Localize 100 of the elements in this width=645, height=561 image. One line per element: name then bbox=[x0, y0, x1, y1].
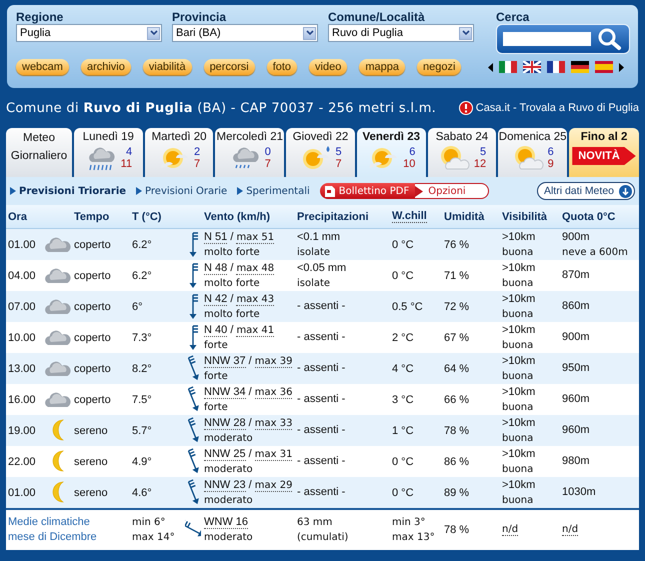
field-label: Cerca bbox=[496, 10, 530, 24]
visibility-cell-text: >10km bbox=[502, 292, 536, 306]
visibility-cell: n/d bbox=[502, 524, 518, 536]
precip-cell-text: <0.1 mm bbox=[297, 230, 342, 244]
wind-strength: forte bbox=[204, 338, 229, 352]
visibility-cell-text: buona bbox=[502, 338, 534, 352]
sky-cell-text: sereno bbox=[74, 486, 109, 498]
day-tab[interactable]: Lunedì 19 4 11 bbox=[74, 128, 143, 177]
temp-cell-text: 4.9° bbox=[132, 456, 153, 468]
wind-chill-cell-text: 0 °C bbox=[392, 486, 415, 498]
nav-link[interactable]: percorsi bbox=[204, 59, 255, 75]
sky-cell-text: sereno bbox=[74, 456, 109, 468]
precip-cell-text: (cumulati) bbox=[297, 531, 350, 545]
visibility-cell-text: >10km bbox=[502, 478, 536, 492]
arrow-right-icon[interactable] bbox=[619, 62, 624, 72]
page-title: Comune di Ruvo di Puglia (BA) - CAP 70037 - 256 metri s.l.m. bbox=[6, 100, 436, 116]
temp-cell-text: max 14° bbox=[132, 531, 176, 545]
min-temp: 5 bbox=[480, 146, 486, 158]
precip-cell-text: isolate bbox=[297, 276, 332, 290]
select-field[interactable]: Bari (BA) bbox=[172, 24, 318, 42]
wind-chill-cell-text: max 13° bbox=[392, 531, 436, 545]
column-header: Tempo bbox=[74, 210, 110, 222]
climate-link[interactable]: Medie climatiche mese di Dicembre bbox=[8, 515, 103, 545]
pdf-button[interactable]: Bollettino PDF bbox=[320, 183, 416, 199]
min-temp: 5 bbox=[335, 146, 342, 158]
wind-speed: NNW 28 / max 33 bbox=[204, 416, 294, 430]
nav-link[interactable]: mappa bbox=[359, 59, 405, 75]
humidity-cell-text: 86 % bbox=[444, 456, 470, 468]
humidity-cell-text: 72 % bbox=[444, 300, 470, 312]
wind-strength: molto forte bbox=[204, 276, 261, 290]
flag-icon[interactable] bbox=[499, 61, 517, 73]
day-tab[interactable]: Mercoledì 21 0 7 bbox=[215, 128, 284, 177]
nav-link[interactable]: viabilità bbox=[142, 59, 192, 75]
view-tab[interactable]: Previsioni Triorarie bbox=[10, 186, 126, 196]
more-data-button[interactable]: Altri dati Meteo bbox=[536, 182, 635, 200]
freezing-level-cell-text: 860m bbox=[562, 299, 591, 314]
nav-link[interactable]: negozi bbox=[416, 59, 462, 75]
temp-cell-text: 6.2° bbox=[132, 238, 153, 250]
nav-link[interactable]: video bbox=[309, 59, 348, 75]
bullet-icon bbox=[136, 187, 142, 195]
nav-link[interactable]: foto bbox=[266, 59, 298, 75]
min-temp: 4 bbox=[126, 146, 132, 158]
document-icon bbox=[324, 186, 335, 196]
column-header: Umidità bbox=[444, 210, 486, 222]
nav-link[interactable]: webcam bbox=[16, 59, 69, 75]
wind-strength: moderato bbox=[204, 432, 254, 446]
day-tab[interactable]: Domenica 25 6 9 bbox=[498, 128, 568, 177]
wind-chill-cell-text: 0 °C bbox=[392, 238, 415, 250]
promo-link[interactable]: Casa.it - Trovala a Ruvo di Puglia bbox=[476, 102, 639, 114]
flag-icon[interactable] bbox=[547, 61, 565, 73]
select-field[interactable]: Puglia bbox=[16, 24, 162, 42]
day-tab[interactable]: Martedì 20 2 7 bbox=[144, 128, 214, 177]
promo-tab[interactable]: Fino al 2 NOVITÀ bbox=[569, 128, 640, 177]
chevron-down-icon[interactable] bbox=[462, 30, 470, 36]
wind-chill-cell-text: min 3° bbox=[392, 516, 426, 530]
precip-cell-text: 63 mm bbox=[297, 516, 334, 530]
sky-cell-text: coperto bbox=[74, 238, 112, 250]
freezing-level-cell-text: 900m bbox=[562, 330, 591, 345]
humidity-cell-text: 66 % bbox=[444, 394, 470, 406]
alert-icon bbox=[458, 101, 473, 115]
day-tab[interactable]: Meteo Giornaliero bbox=[6, 128, 72, 177]
search-field[interactable] bbox=[503, 32, 591, 46]
wind-strength: molto forte bbox=[204, 308, 261, 322]
day-label: Domenica 25 bbox=[498, 131, 567, 143]
day-tab[interactable]: Giovedì 22 5 7 bbox=[286, 128, 355, 177]
temp-cell-text: 6° bbox=[132, 300, 144, 312]
visibility-cell-text: buona bbox=[502, 432, 534, 446]
wind-speed: N 40 / max 41 bbox=[204, 322, 276, 338]
wind-strength: forte bbox=[204, 370, 229, 384]
wind-speed: N 51 / max 51 bbox=[204, 230, 276, 244]
options-button[interactable]: Opzioni bbox=[415, 183, 489, 199]
temp-cell-text: 4.6° bbox=[132, 486, 153, 498]
visibility-cell-text: buona bbox=[502, 276, 534, 290]
flag-icon[interactable] bbox=[571, 61, 589, 73]
humidity-cell-text: 64 % bbox=[444, 362, 470, 374]
arrow-left-icon[interactable] bbox=[488, 62, 493, 72]
day-tab[interactable]: Sabato 24 5 12 bbox=[428, 128, 496, 177]
wind-chill-cell-text: 2 °C bbox=[392, 332, 415, 344]
down-arrow-icon bbox=[619, 184, 632, 198]
chevron-down-icon[interactable] bbox=[306, 30, 314, 36]
humidity-cell-text: 78 % bbox=[444, 524, 470, 536]
nav-link[interactable]: archivio bbox=[80, 59, 131, 75]
select-field[interactable]: Ruvo di Puglia bbox=[328, 24, 474, 42]
wind-chill-cell-text: 3 °C bbox=[392, 394, 415, 406]
wind-strength: moderato bbox=[204, 531, 254, 545]
freezing-level-cell-text: 950m bbox=[562, 361, 591, 376]
day-tab[interactable]: Venerdì 23 6 10 bbox=[356, 128, 426, 177]
time-cell-text: 01.00 bbox=[8, 486, 37, 498]
visibility-cell-text: >10km bbox=[502, 446, 536, 462]
flag-icon[interactable] bbox=[523, 61, 541, 73]
precip-cell-text: isolate bbox=[297, 246, 332, 260]
bullet-icon bbox=[237, 187, 244, 195]
temp-cell-text: 6.2° bbox=[132, 270, 153, 282]
chevron-down-icon[interactable] bbox=[150, 30, 158, 36]
view-tab[interactable]: Previsioni Orarie bbox=[136, 186, 228, 196]
max-temp: 7 bbox=[194, 158, 200, 170]
view-tab[interactable]: Sperimentali bbox=[237, 186, 310, 196]
min-temp: 6 bbox=[409, 146, 416, 158]
column-header: Ora bbox=[8, 210, 28, 222]
max-temp: 11 bbox=[120, 158, 132, 170]
